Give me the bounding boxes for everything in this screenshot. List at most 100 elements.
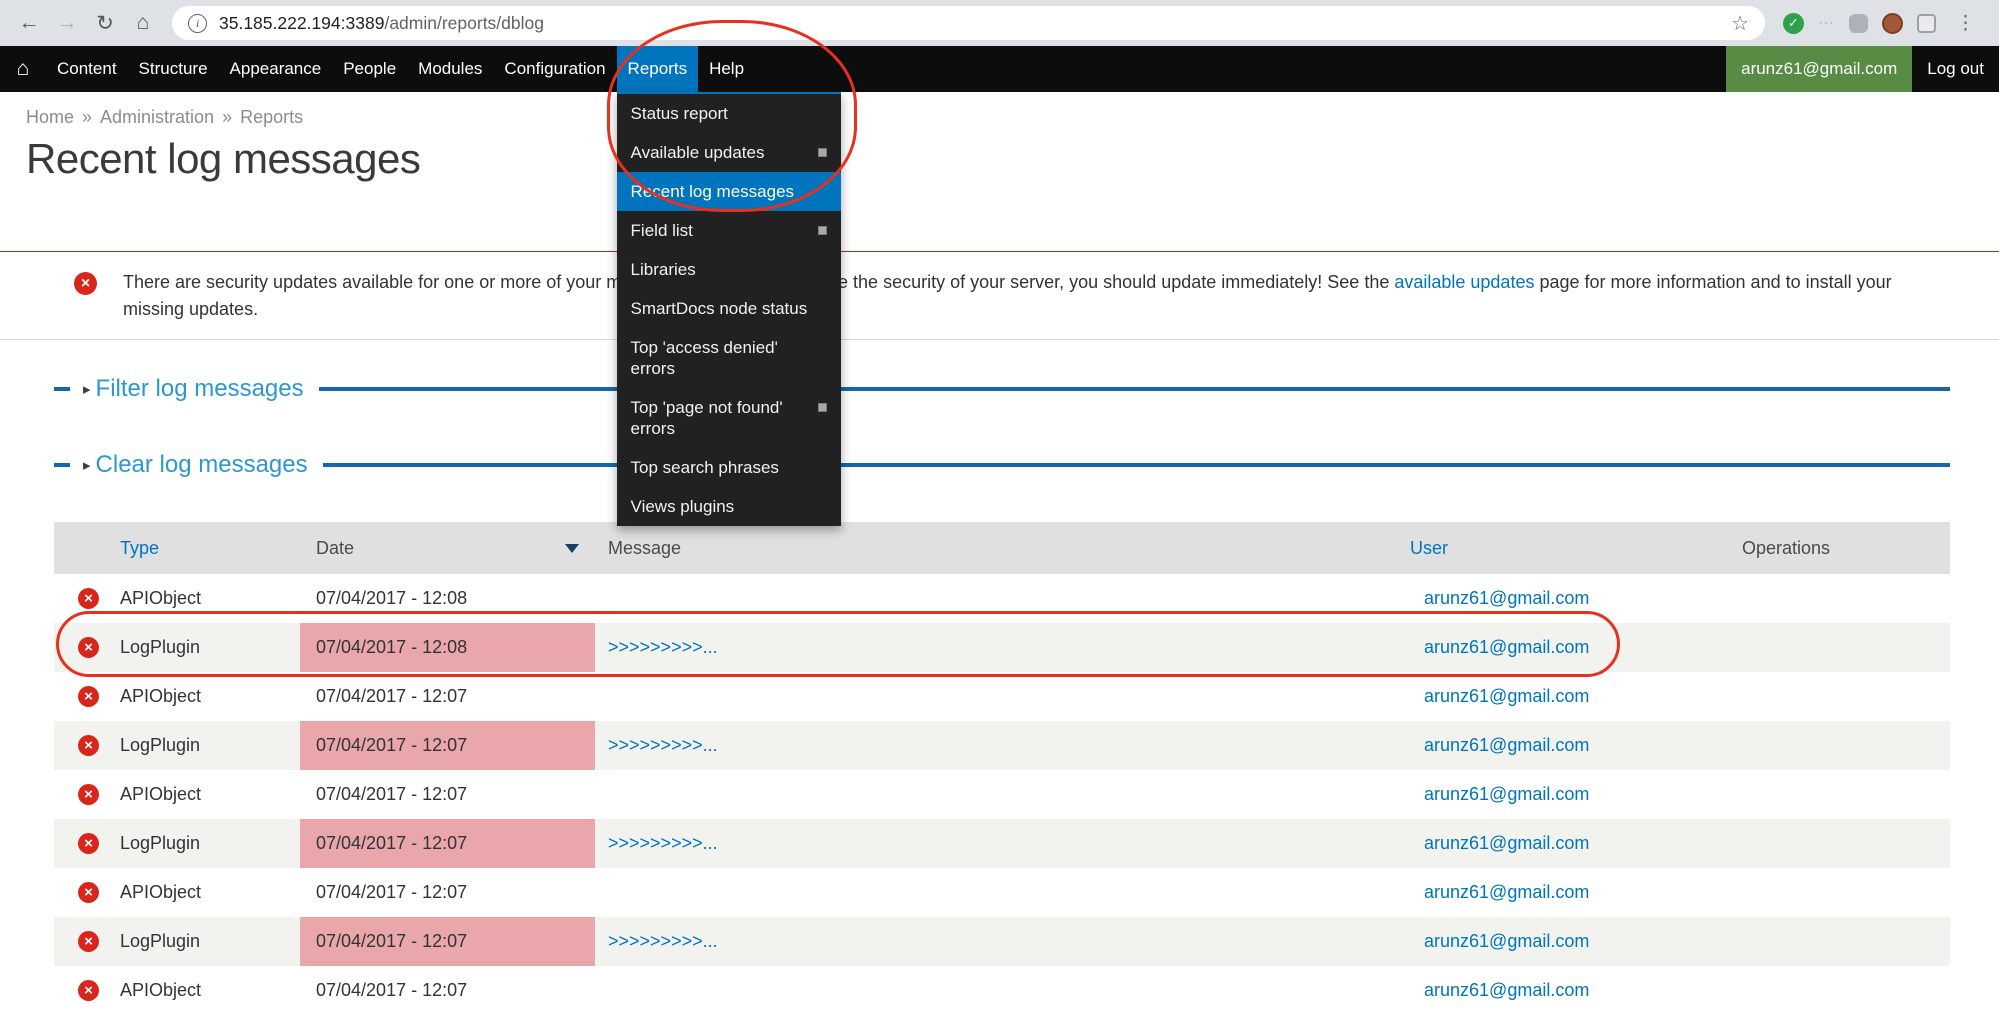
toolbar-item-people[interactable]: People bbox=[332, 46, 407, 92]
message-cell bbox=[595, 770, 1410, 819]
breadcrumb-link-administration[interactable]: Administration bbox=[100, 107, 214, 127]
toolbar-item-help[interactable]: Help bbox=[698, 46, 755, 92]
toolbar-item-structure[interactable]: Structure bbox=[128, 46, 219, 92]
shortcut-marker-icon bbox=[818, 226, 827, 235]
type-cell: ×LogPlugin bbox=[54, 721, 300, 770]
dropdown-item-top-page-not-found-errors[interactable]: Top 'page not found' errors bbox=[617, 388, 841, 448]
available-updates-link[interactable]: available updates bbox=[1394, 272, 1534, 292]
toolbar-item-appearance[interactable]: Appearance bbox=[219, 46, 333, 92]
toolbar-item-configuration[interactable]: Configuration bbox=[493, 46, 616, 92]
date-cell: 07/04/2017 - 12:07 bbox=[300, 966, 595, 1015]
dropdown-item-smartdocs-node-status[interactable]: SmartDocs node status bbox=[617, 289, 841, 328]
error-severity-icon: × bbox=[78, 637, 99, 658]
back-icon[interactable]: ← bbox=[10, 4, 48, 42]
log-message-link[interactable]: >>>>>>>>>... bbox=[608, 833, 718, 853]
collapsed-arrow-icon: ▸ bbox=[83, 456, 91, 474]
type-header: Type bbox=[54, 522, 300, 574]
error-message-text: There are security updates available for… bbox=[123, 269, 1909, 323]
user-link[interactable]: arunz61@gmail.com bbox=[1424, 833, 1589, 853]
toolbar-item-content[interactable]: Content bbox=[46, 46, 128, 92]
user-cell: arunz61@gmail.com bbox=[1410, 574, 1729, 623]
operations-cell bbox=[1729, 917, 1950, 966]
forward-icon[interactable]: → bbox=[48, 4, 86, 42]
fieldset-dash bbox=[54, 387, 70, 391]
clear-fieldset: ▸Clear log messages bbox=[54, 450, 1950, 480]
log-type: LogPlugin bbox=[120, 637, 200, 657]
sort-by-type-link[interactable]: Type bbox=[120, 538, 159, 558]
dropdown-item-label: Top search phrases bbox=[631, 457, 827, 478]
filter-fieldset-toggle[interactable]: ▸ Filter log messages bbox=[83, 375, 304, 403]
site-info-icon[interactable]: i bbox=[188, 14, 207, 33]
dropdown-item-views-plugins[interactable]: Views plugins bbox=[617, 487, 841, 526]
log-table-header: Type Date Message User Operations bbox=[54, 522, 1950, 574]
account-email-badge[interactable]: arunz61@gmail.com bbox=[1726, 46, 1912, 92]
message-cell: >>>>>>>>>... bbox=[595, 721, 1410, 770]
logout-link[interactable]: Log out bbox=[1912, 46, 1999, 92]
dropdown-item-libraries[interactable]: Libraries bbox=[617, 250, 841, 289]
dropdown-item-recent-log-messages[interactable]: Recent log messages bbox=[617, 172, 841, 211]
fieldset-label: Filter log messages bbox=[96, 375, 304, 403]
dropdown-item-available-updates[interactable]: Available updates bbox=[617, 133, 841, 172]
dropdown-item-label: Libraries bbox=[631, 259, 827, 280]
type-cell: ×APIObject bbox=[54, 672, 300, 721]
user-link[interactable]: arunz61@gmail.com bbox=[1424, 686, 1589, 706]
message-cell: >>>>>>>>>... bbox=[595, 917, 1410, 966]
address-bar[interactable]: i 35.185.222.194:3389/admin/reports/dblo… bbox=[172, 6, 1765, 40]
date-cell: 07/04/2017 - 12:08 bbox=[300, 623, 595, 672]
log-type: LogPlugin bbox=[120, 931, 200, 951]
user-link[interactable]: arunz61@gmail.com bbox=[1424, 637, 1589, 657]
browser-menu-icon[interactable]: ⋮ bbox=[1950, 12, 1981, 35]
extension-square-icon[interactable] bbox=[1917, 14, 1936, 33]
date-cell: 07/04/2017 - 12:07 bbox=[300, 770, 595, 819]
extension-check-icon[interactable]: ✓ bbox=[1783, 13, 1804, 34]
extension-brown-icon[interactable] bbox=[1882, 13, 1903, 34]
log-message-link[interactable]: >>>>>>>>>... bbox=[608, 637, 718, 657]
user-link[interactable]: arunz61@gmail.com bbox=[1424, 931, 1589, 951]
extensions-area: ✓ ⋯ ⋮ bbox=[1775, 12, 1989, 35]
dropdown-item-label: Recent log messages bbox=[631, 181, 827, 202]
clear-fieldset-toggle[interactable]: ▸Clear log messages bbox=[83, 451, 308, 479]
dropdown-item-top-access-denied-errors[interactable]: Top 'access denied' errors bbox=[617, 328, 841, 388]
user-link[interactable]: arunz61@gmail.com bbox=[1424, 980, 1589, 1000]
user-header: User bbox=[1410, 522, 1729, 574]
url-host: 35.185.222.194:3389 bbox=[219, 13, 384, 33]
collapsed-arrow-icon: ▸ bbox=[83, 380, 91, 398]
user-link[interactable]: arunz61@gmail.com bbox=[1424, 588, 1589, 608]
user-cell: arunz61@gmail.com bbox=[1410, 966, 1729, 1015]
table-row: ×LogPlugin07/04/2017 - 12:07 >>>>>>>>>...… bbox=[54, 917, 1950, 966]
date-cell: 07/04/2017 - 12:07 bbox=[300, 917, 595, 966]
dropdown-item-status-report[interactable]: Status report bbox=[617, 94, 841, 133]
extension-dots-icon[interactable]: ⋯ bbox=[1818, 13, 1835, 33]
browser-chrome: ← → ↻ ⌂ i 35.185.222.194:3389/admin/repo… bbox=[0, 0, 1999, 46]
reload-icon[interactable]: ↻ bbox=[86, 4, 124, 42]
breadcrumb-link-home[interactable]: Home bbox=[26, 107, 74, 127]
dropdown-item-label: Top 'access denied' errors bbox=[631, 337, 827, 379]
operations-cell bbox=[1729, 819, 1950, 868]
log-type: APIObject bbox=[120, 882, 201, 902]
user-link[interactable]: arunz61@gmail.com bbox=[1424, 784, 1589, 804]
breadcrumb-link-reports[interactable]: Reports bbox=[240, 107, 303, 127]
log-message-link[interactable]: >>>>>>>>>... bbox=[608, 931, 718, 951]
toolbar-home-icon[interactable]: ⌂ bbox=[0, 46, 46, 92]
extension-gray-icon[interactable] bbox=[1849, 14, 1868, 33]
table-row: ×LogPlugin07/04/2017 - 12:07>>>>>>>>>...… bbox=[54, 819, 1950, 868]
log-table-body: ×APIObject07/04/2017 - 12:08arunz61@gmai… bbox=[54, 574, 1950, 1015]
type-cell: ×LogPlugin bbox=[54, 917, 300, 966]
sort-by-user-link[interactable]: User bbox=[1410, 538, 1448, 558]
log-type: APIObject bbox=[120, 686, 201, 706]
bookmark-star-icon[interactable]: ☆ bbox=[1731, 11, 1749, 36]
user-cell: arunz61@gmail.com bbox=[1410, 672, 1729, 721]
user-link[interactable]: arunz61@gmail.com bbox=[1424, 735, 1589, 755]
log-message-link[interactable]: >>>>>>>>>... bbox=[608, 735, 718, 755]
toolbar-item-modules[interactable]: Modules bbox=[407, 46, 493, 92]
dropdown-item-field-list[interactable]: Field list bbox=[617, 211, 841, 250]
toolbar-item-reports[interactable]: Reports bbox=[617, 46, 699, 92]
browser-home-icon[interactable]: ⌂ bbox=[124, 4, 162, 42]
table-row: × LogPlugin 07/04/2017 - 12:08 >>>>>>>>>...… bbox=[54, 623, 1950, 672]
dropdown-item-top-search-phrases[interactable]: Top search phrases bbox=[617, 448, 841, 487]
user-link[interactable]: arunz61@gmail.com bbox=[1424, 882, 1589, 902]
shortcut-marker-icon bbox=[818, 148, 827, 157]
message-cell bbox=[595, 966, 1410, 1015]
user-cell: arunz61@gmail.com bbox=[1410, 770, 1729, 819]
sort-by-date-header[interactable]: Date bbox=[300, 522, 595, 574]
